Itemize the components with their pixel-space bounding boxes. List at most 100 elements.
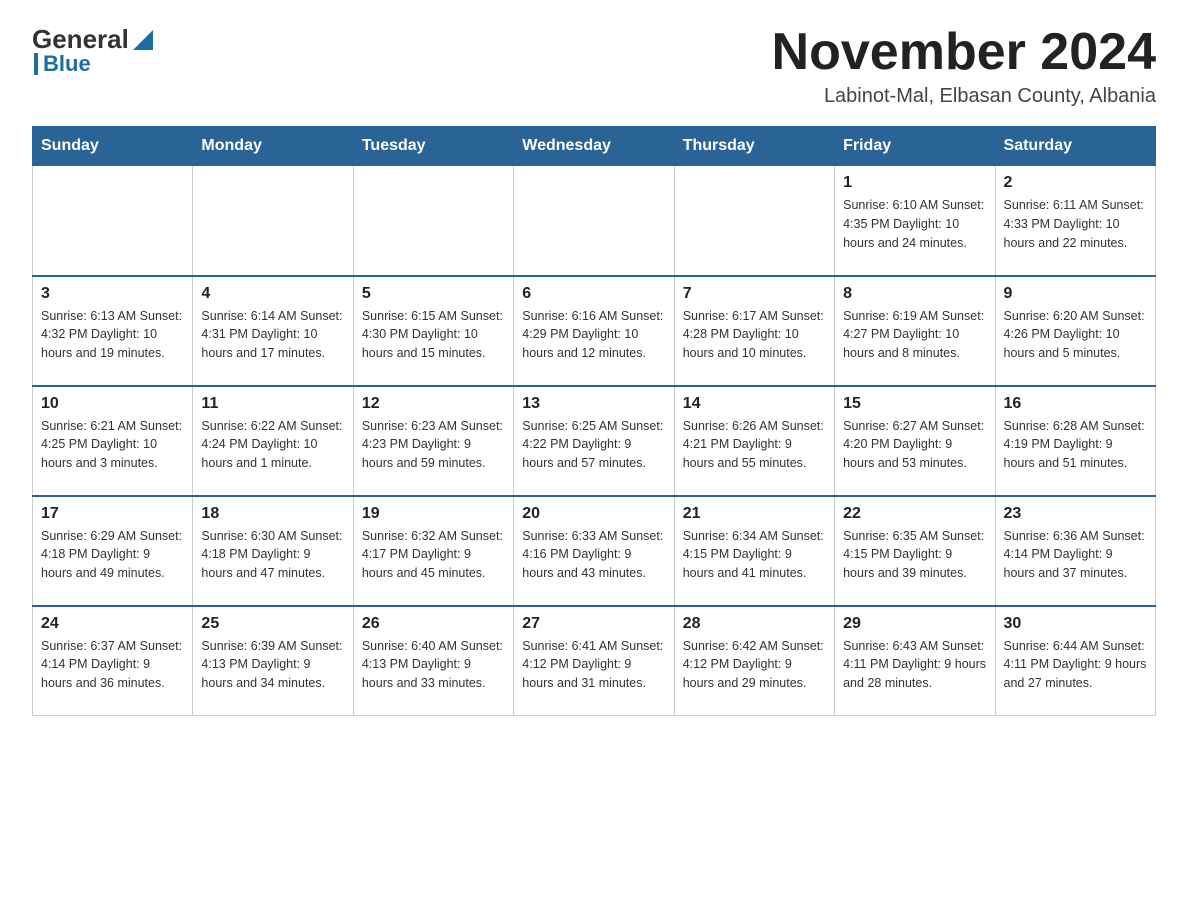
title-section: November 2024 Labinot-Mal, Elbasan Count… bbox=[772, 24, 1156, 108]
day-info: Sunrise: 6:23 AM Sunset: 4:23 PM Dayligh… bbox=[362, 417, 505, 473]
day-number: 7 bbox=[683, 285, 826, 303]
day-number: 15 bbox=[843, 395, 986, 413]
day-info: Sunrise: 6:36 AM Sunset: 4:14 PM Dayligh… bbox=[1004, 527, 1147, 583]
day-number: 17 bbox=[41, 505, 184, 523]
day-number: 25 bbox=[201, 615, 344, 633]
calendar-cell: 10 Sunrise: 6:21 AM Sunset: 4:25 PM Dayli… bbox=[33, 386, 193, 496]
day-info: Sunrise: 6:25 AM Sunset: 4:22 PM Dayligh… bbox=[522, 417, 665, 473]
day-info: Sunrise: 6:30 AM Sunset: 4:18 PM Dayligh… bbox=[201, 527, 344, 583]
calendar-cell bbox=[193, 166, 353, 276]
day-number: 5 bbox=[362, 285, 505, 303]
weekday-header-saturday: Saturday bbox=[995, 127, 1155, 166]
calendar-cell: 28 Sunrise: 6:42 AM Sunset: 4:12 PM Dayli… bbox=[674, 606, 834, 716]
calendar-cell: 18 Sunrise: 6:30 AM Sunset: 4:18 PM Dayli… bbox=[193, 496, 353, 606]
calendar-week-row: 1 Sunrise: 6:10 AM Sunset: 4:35 PM Daylig… bbox=[33, 166, 1156, 276]
calendar-cell: 9 Sunrise: 6:20 AM Sunset: 4:26 PM Daylig… bbox=[995, 276, 1155, 386]
day-info: Sunrise: 6:37 AM Sunset: 4:14 PM Dayligh… bbox=[41, 637, 184, 693]
day-number: 13 bbox=[522, 395, 665, 413]
day-number: 24 bbox=[41, 615, 184, 633]
day-number: 21 bbox=[683, 505, 826, 523]
calendar-cell: 14 Sunrise: 6:26 AM Sunset: 4:21 PM Dayli… bbox=[674, 386, 834, 496]
day-info: Sunrise: 6:43 AM Sunset: 4:11 PM Dayligh… bbox=[843, 637, 986, 693]
day-number: 11 bbox=[201, 395, 344, 413]
day-number: 18 bbox=[201, 505, 344, 523]
day-number: 1 bbox=[843, 174, 986, 192]
day-info: Sunrise: 6:35 AM Sunset: 4:15 PM Dayligh… bbox=[843, 527, 986, 583]
page-header: General Blue November 2024 Labinot-Mal, … bbox=[32, 24, 1156, 108]
day-info: Sunrise: 6:14 AM Sunset: 4:31 PM Dayligh… bbox=[201, 307, 344, 363]
day-info: Sunrise: 6:41 AM Sunset: 4:12 PM Dayligh… bbox=[522, 637, 665, 693]
weekday-header-thursday: Thursday bbox=[674, 127, 834, 166]
weekday-header-tuesday: Tuesday bbox=[353, 127, 513, 166]
calendar-cell: 23 Sunrise: 6:36 AM Sunset: 4:14 PM Dayli… bbox=[995, 496, 1155, 606]
calendar-cell: 19 Sunrise: 6:32 AM Sunset: 4:17 PM Dayli… bbox=[353, 496, 513, 606]
calendar-cell: 1 Sunrise: 6:10 AM Sunset: 4:35 PM Daylig… bbox=[835, 166, 995, 276]
day-info: Sunrise: 6:10 AM Sunset: 4:35 PM Dayligh… bbox=[843, 196, 986, 252]
day-number: 12 bbox=[362, 395, 505, 413]
calendar-cell bbox=[674, 166, 834, 276]
calendar-cell: 11 Sunrise: 6:22 AM Sunset: 4:24 PM Dayli… bbox=[193, 386, 353, 496]
calendar-cell bbox=[33, 166, 193, 276]
calendar-cell: 24 Sunrise: 6:37 AM Sunset: 4:14 PM Dayli… bbox=[33, 606, 193, 716]
day-info: Sunrise: 6:17 AM Sunset: 4:28 PM Dayligh… bbox=[683, 307, 826, 363]
calendar-cell: 22 Sunrise: 6:35 AM Sunset: 4:15 PM Dayli… bbox=[835, 496, 995, 606]
day-info: Sunrise: 6:26 AM Sunset: 4:21 PM Dayligh… bbox=[683, 417, 826, 473]
calendar-cell: 2Sunrise: 6:11 AM Sunset: 4:33 PM Daylig… bbox=[995, 166, 1155, 276]
day-info: Sunrise: 6:28 AM Sunset: 4:19 PM Dayligh… bbox=[1004, 417, 1147, 473]
weekday-header-wednesday: Wednesday bbox=[514, 127, 674, 166]
day-info: Sunrise: 6:11 AM Sunset: 4:33 PM Dayligh… bbox=[1004, 196, 1147, 252]
day-info: Sunrise: 6:15 AM Sunset: 4:30 PM Dayligh… bbox=[362, 307, 505, 363]
calendar-cell: 8 Sunrise: 6:19 AM Sunset: 4:27 PM Daylig… bbox=[835, 276, 995, 386]
day-number: 8 bbox=[843, 285, 986, 303]
calendar-week-row: 17Sunrise: 6:29 AM Sunset: 4:18 PM Dayli… bbox=[33, 496, 1156, 606]
calendar-cell: 26Sunrise: 6:40 AM Sunset: 4:13 PM Dayli… bbox=[353, 606, 513, 716]
day-info: Sunrise: 6:44 AM Sunset: 4:11 PM Dayligh… bbox=[1004, 637, 1147, 693]
logo-blue-text: Blue bbox=[43, 51, 91, 77]
calendar-week-row: 3 Sunrise: 6:13 AM Sunset: 4:32 PM Daylig… bbox=[33, 276, 1156, 386]
day-info: Sunrise: 6:19 AM Sunset: 4:27 PM Dayligh… bbox=[843, 307, 986, 363]
day-info: Sunrise: 6:33 AM Sunset: 4:16 PM Dayligh… bbox=[522, 527, 665, 583]
day-number: 22 bbox=[843, 505, 986, 523]
calendar-cell: 27 Sunrise: 6:41 AM Sunset: 4:12 PM Dayli… bbox=[514, 606, 674, 716]
calendar-cell: 16 Sunrise: 6:28 AM Sunset: 4:19 PM Dayli… bbox=[995, 386, 1155, 496]
calendar-cell: 20Sunrise: 6:33 AM Sunset: 4:16 PM Dayli… bbox=[514, 496, 674, 606]
calendar-cell: 13 Sunrise: 6:25 AM Sunset: 4:22 PM Dayli… bbox=[514, 386, 674, 496]
calendar-cell: 17Sunrise: 6:29 AM Sunset: 4:18 PM Dayli… bbox=[33, 496, 193, 606]
day-number: 9 bbox=[1004, 285, 1147, 303]
calendar-cell bbox=[514, 166, 674, 276]
day-number: 19 bbox=[362, 505, 505, 523]
day-number: 23 bbox=[1004, 505, 1147, 523]
day-info: Sunrise: 6:34 AM Sunset: 4:15 PM Dayligh… bbox=[683, 527, 826, 583]
day-number: 26 bbox=[362, 615, 505, 633]
day-number: 27 bbox=[522, 615, 665, 633]
month-title: November 2024 bbox=[772, 24, 1156, 81]
day-number: 29 bbox=[843, 615, 986, 633]
weekday-header-row: SundayMondayTuesdayWednesdayThursdayFrid… bbox=[33, 127, 1156, 166]
day-info: Sunrise: 6:22 AM Sunset: 4:24 PM Dayligh… bbox=[201, 417, 344, 473]
day-number: 6 bbox=[522, 285, 665, 303]
day-number: 4 bbox=[201, 285, 344, 303]
day-number: 3 bbox=[41, 285, 184, 303]
calendar-cell: 4 Sunrise: 6:14 AM Sunset: 4:31 PM Daylig… bbox=[193, 276, 353, 386]
day-number: 28 bbox=[683, 615, 826, 633]
day-info: Sunrise: 6:39 AM Sunset: 4:13 PM Dayligh… bbox=[201, 637, 344, 693]
day-info: Sunrise: 6:21 AM Sunset: 4:25 PM Dayligh… bbox=[41, 417, 184, 473]
weekday-header-sunday: Sunday bbox=[33, 127, 193, 166]
calendar-table: SundayMondayTuesdayWednesdayThursdayFrid… bbox=[32, 126, 1156, 716]
calendar-cell: 3 Sunrise: 6:13 AM Sunset: 4:32 PM Daylig… bbox=[33, 276, 193, 386]
day-info: Sunrise: 6:20 AM Sunset: 4:26 PM Dayligh… bbox=[1004, 307, 1147, 363]
day-info: Sunrise: 6:42 AM Sunset: 4:12 PM Dayligh… bbox=[683, 637, 826, 693]
calendar-week-row: 24 Sunrise: 6:37 AM Sunset: 4:14 PM Dayli… bbox=[33, 606, 1156, 716]
weekday-header-monday: Monday bbox=[193, 127, 353, 166]
calendar-cell: 12 Sunrise: 6:23 AM Sunset: 4:23 PM Dayli… bbox=[353, 386, 513, 496]
calendar-week-row: 10 Sunrise: 6:21 AM Sunset: 4:25 PM Dayli… bbox=[33, 386, 1156, 496]
day-number: 16 bbox=[1004, 395, 1147, 413]
day-info: Sunrise: 6:13 AM Sunset: 4:32 PM Dayligh… bbox=[41, 307, 184, 363]
calendar-cell bbox=[353, 166, 513, 276]
day-number: 10 bbox=[41, 395, 184, 413]
day-info: Sunrise: 6:32 AM Sunset: 4:17 PM Dayligh… bbox=[362, 527, 505, 583]
day-number: 14 bbox=[683, 395, 826, 413]
calendar-cell: 29 Sunrise: 6:43 AM Sunset: 4:11 PM Dayli… bbox=[835, 606, 995, 716]
location-text: Labinot-Mal, Elbasan County, Albania bbox=[772, 85, 1156, 108]
calendar-cell: 21 Sunrise: 6:34 AM Sunset: 4:15 PM Dayli… bbox=[674, 496, 834, 606]
